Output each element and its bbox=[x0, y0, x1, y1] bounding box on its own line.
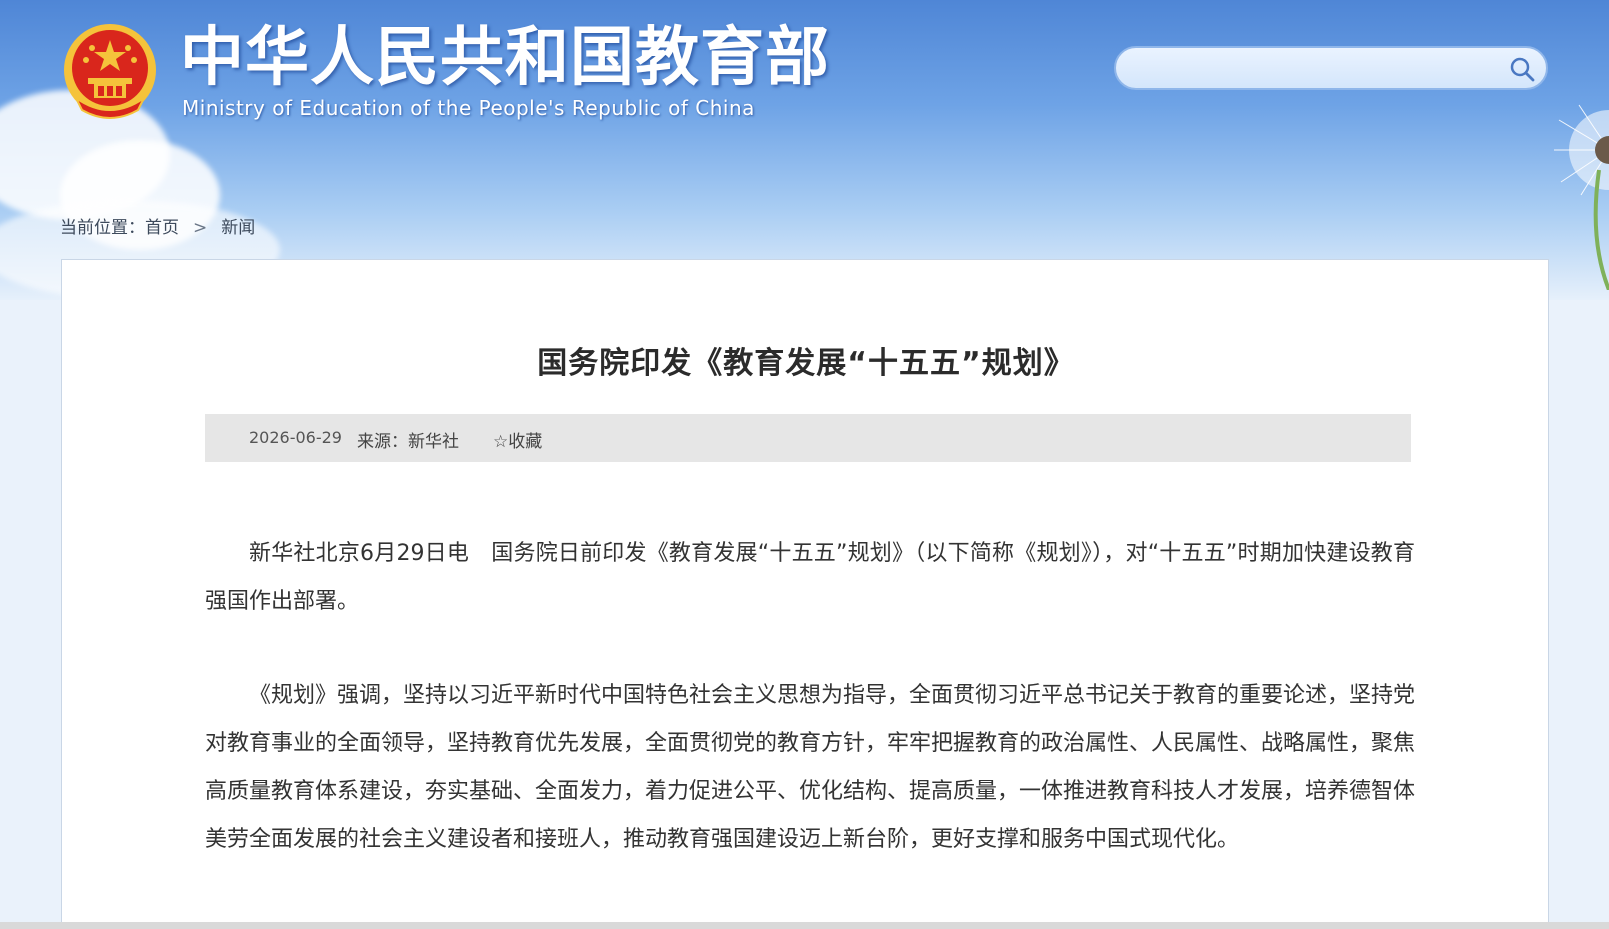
bottom-scroll-area bbox=[0, 922, 1609, 929]
article-paragraph: 《规划》强调，坚持以习近平新时代中国特色社会主义思想为指导，全面贯彻习近平总书记… bbox=[205, 683, 1416, 852]
site-title: 中华人民共和国教育部 bbox=[180, 21, 830, 95]
favorite-label: 收藏 bbox=[508, 432, 543, 452]
breadcrumb-prefix: 当前位置： bbox=[60, 218, 145, 238]
breadcrumb-home-link[interactable]: 首页 bbox=[145, 213, 179, 238]
search-box bbox=[1114, 46, 1548, 90]
star-outline-icon: ☆ bbox=[493, 432, 509, 452]
search-input[interactable] bbox=[1134, 56, 1498, 84]
breadcrumb: 当前位置：首页 > 新闻 bbox=[60, 213, 255, 238]
article-paragraph: 新华社北京6月29日电 国务院日前印发《教育发展“十五五”规划》（以下简称《规划… bbox=[205, 541, 1415, 614]
favorite-button[interactable]: ☆收藏 bbox=[493, 427, 542, 452]
article-title: 国务院印发《教育发展“十五五”规划》 bbox=[537, 346, 1075, 381]
article-body: 新华社北京6月29日电 国务院日前印发《教育发展“十五五”规划》（以下简称《规划… bbox=[205, 530, 1415, 910]
article-date: 2026-06-29 bbox=[249, 428, 342, 447]
chevron-right-icon: > bbox=[193, 218, 208, 238]
article-panel: 国务院印发《教育发展“十五五”规划》 2026-06-29 来源：新华社 ☆收藏… bbox=[61, 259, 1549, 929]
site-subtitle: Ministry of Education of the People's Re… bbox=[182, 96, 755, 120]
article-meta-bar: 2026-06-29 来源：新华社 ☆收藏 bbox=[205, 414, 1411, 462]
search-icon[interactable] bbox=[1508, 55, 1536, 83]
national-emblem-icon bbox=[64, 24, 156, 119]
article-source: 来源：新华社 bbox=[357, 432, 459, 452]
breadcrumb-news-link[interactable]: 新闻 bbox=[221, 213, 255, 238]
